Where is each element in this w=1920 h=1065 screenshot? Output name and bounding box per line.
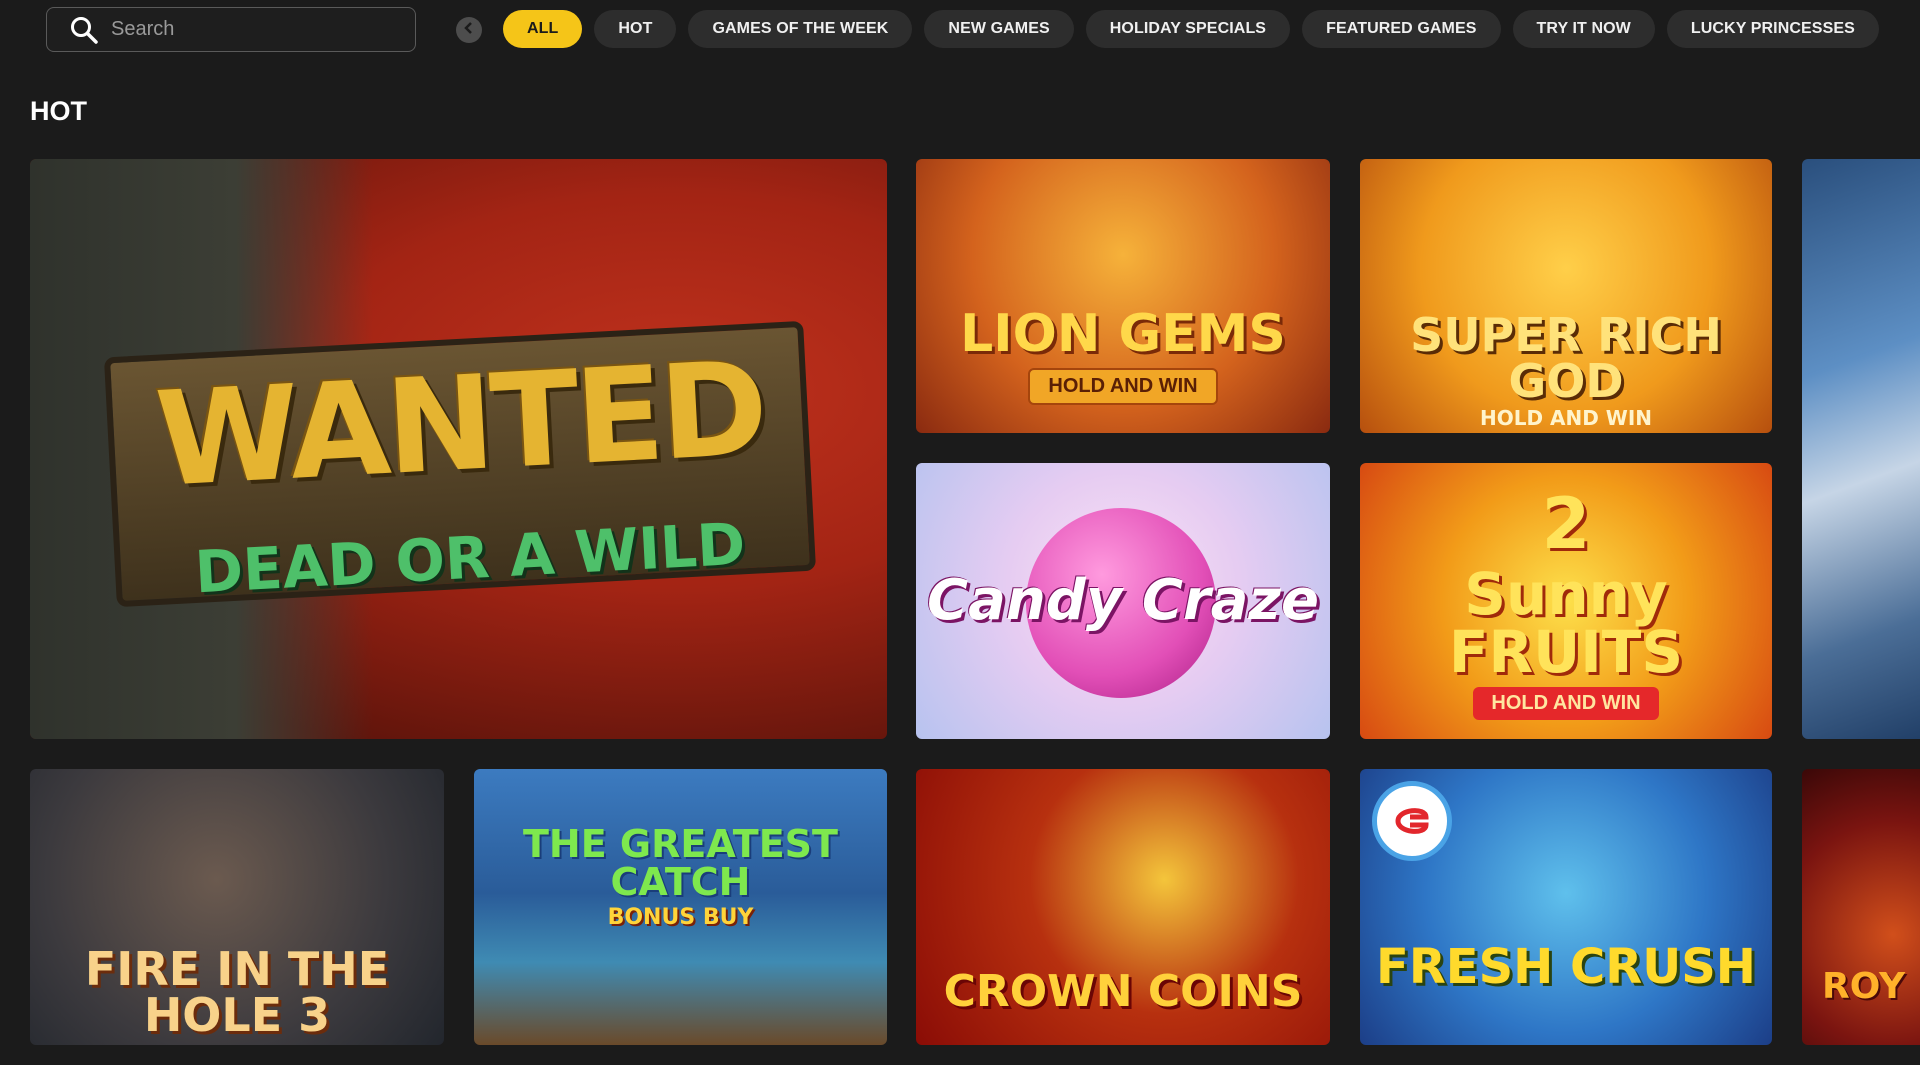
- search-box[interactable]: [46, 7, 416, 52]
- tabs-prev-button[interactable]: [456, 17, 482, 43]
- provider-logo-icon: [1372, 781, 1452, 861]
- game-title: FRESH CRUSH: [1376, 939, 1756, 995]
- tab-games-of-the-week[interactable]: GAMES OF THE WEEK: [688, 10, 913, 48]
- game-title: CROWN COINS: [943, 966, 1303, 1017]
- game-title: LION GEMS: [960, 303, 1286, 364]
- game-tile-fresh-crush[interactable]: FRESH CRUSH: [1360, 769, 1772, 1045]
- category-tabs: ALL HOT GAMES OF THE WEEK NEW GAMES HOLI…: [503, 10, 1879, 48]
- game-tile-partial[interactable]: [1802, 159, 1920, 739]
- game-tile-sunny-fruits[interactable]: 2 Sunny FRUITS HOLD AND WIN: [1360, 463, 1772, 739]
- game-subtitle: HOLD AND WIN: [1479, 406, 1653, 430]
- game-tile-partial-royal[interactable]: ROY: [1802, 769, 1920, 1045]
- tab-lucky-princesses[interactable]: LUCKY PRINCESSES: [1666, 10, 1879, 48]
- game-title: Sunny FRUITS: [1448, 559, 1684, 686]
- game-tile-candy-craze[interactable]: Candy Craze: [916, 463, 1330, 739]
- game-number: 2: [1541, 482, 1591, 565]
- game-tile-greatest-catch[interactable]: THE GREATEST CATCH BONUS BUY: [474, 769, 887, 1045]
- game-title: Candy Craze: [927, 568, 1319, 633]
- tab-all[interactable]: ALL: [503, 10, 583, 48]
- game-tile-super-rich-god[interactable]: SUPER RICH GOD HOLD AND WIN: [1360, 159, 1772, 433]
- search-icon: [69, 15, 99, 45]
- game-tile-lion-gems[interactable]: LION GEMS HOLD AND WIN: [916, 159, 1330, 433]
- game-tile-crown-coins[interactable]: CROWN COINS: [916, 769, 1330, 1045]
- game-title: WANTED: [152, 332, 768, 516]
- section-title: HOT: [30, 96, 87, 126]
- game-subtitle: BONUS BUY: [607, 904, 754, 930]
- chevron-left-icon: [462, 21, 476, 40]
- top-bar: ALL HOT GAMES OF THE WEEK NEW GAMES HOLI…: [0, 0, 1920, 58]
- game-title: FIRE IN THE HOLE 3: [84, 942, 390, 1042]
- tab-new-games[interactable]: NEW GAMES: [924, 10, 1074, 48]
- game-title: ROY: [1822, 966, 1906, 1007]
- tab-try-it-now[interactable]: TRY IT NOW: [1512, 10, 1655, 48]
- game-subtitle: HOLD AND WIN: [1473, 686, 1659, 720]
- tab-holiday-specials[interactable]: HOLIDAY SPECIALS: [1085, 10, 1291, 48]
- search-input[interactable]: [111, 18, 391, 41]
- game-title: THE GREATEST CATCH: [523, 821, 838, 904]
- game-title: SUPER RICH GOD: [1410, 308, 1722, 408]
- tab-hot[interactable]: HOT: [594, 10, 677, 48]
- game-subtitle: HOLD AND WIN: [1028, 367, 1218, 405]
- tab-featured-games[interactable]: FEATURED GAMES: [1302, 10, 1501, 48]
- game-tile-fire-in-the-hole[interactable]: FIRE IN THE HOLE 3: [30, 769, 444, 1045]
- game-tile-wanted[interactable]: WANTED DEAD OR A WILD: [30, 159, 887, 739]
